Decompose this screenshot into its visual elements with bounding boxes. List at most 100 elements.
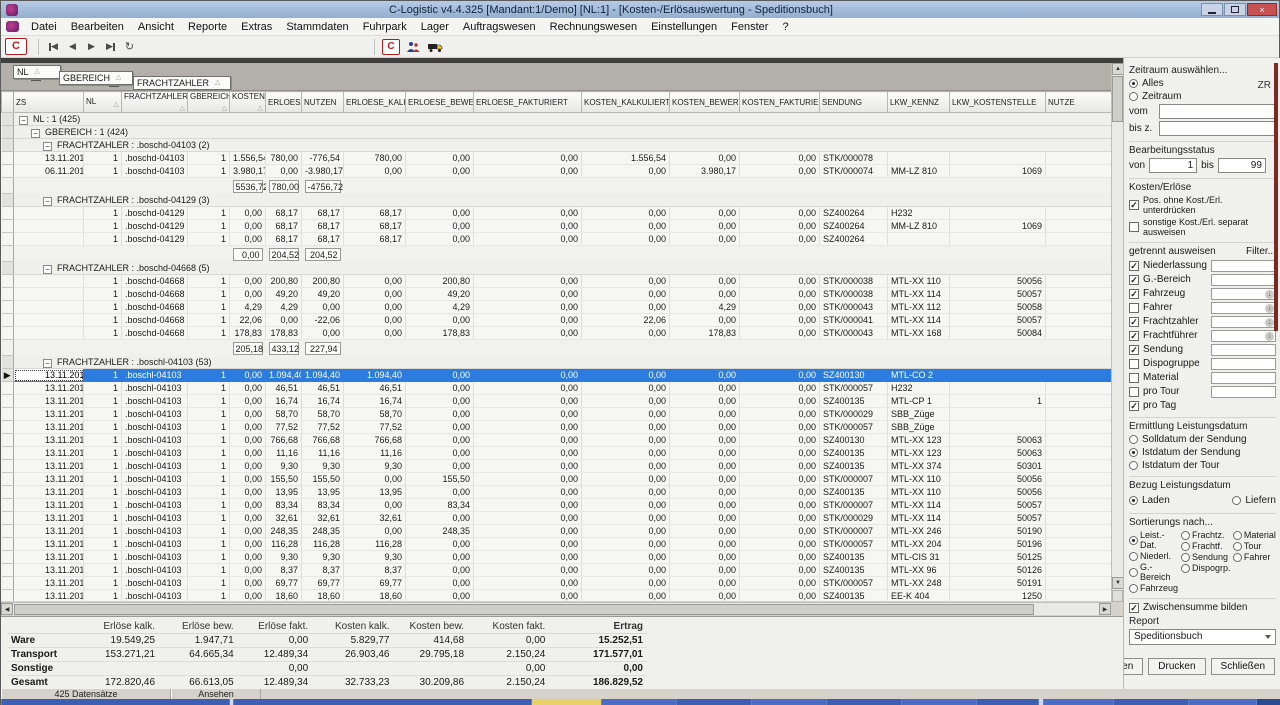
radio-fahrer[interactable] [1233,553,1242,562]
radio-frachtf[interactable] [1181,542,1190,551]
filter-input-dispogruppe[interactable] [1211,358,1277,370]
taskbar-item-13[interactable] [1188,699,1256,705]
filter-input-fahrer[interactable]: ↓ [1211,302,1277,314]
minimize-button[interactable] [1201,3,1223,16]
table-row[interactable]: 13.11.20141.boschd-0410311.556,54780,00-… [2,152,1112,165]
scroll-right-icon[interactable]: ▶ [1099,603,1111,615]
group-row[interactable]: −FRACHTZAHLER : .boschd-04103 (2) [2,139,1112,152]
vom-input[interactable] [1159,104,1276,119]
dropdown-circle-icon[interactable]: ↓ [1265,318,1274,327]
checkbox-g-bereich[interactable]: ✓ [1129,275,1139,285]
radio-istdatum-der-tour[interactable] [1129,461,1138,470]
table-row[interactable]: 13.11.20141.boschl-0410310,0077,5277,527… [2,421,1112,434]
column-header-erloese-bewertet[interactable]: ERLOESE_BEWERTET [406,92,474,113]
status-von-input[interactable]: 1 [1149,158,1197,173]
radio-niederl[interactable] [1129,552,1138,561]
maximize-button[interactable] [1224,3,1246,16]
table-row[interactable]: 1.boschd-0466810,0049,2049,200,0049,200,… [2,288,1112,301]
dropdown-circle-icon[interactable]: ↓ [1265,304,1274,313]
table-row[interactable]: 13.11.20141.boschl-0410310,0069,7769,776… [2,577,1112,590]
menu-item-lager[interactable]: Lager [414,20,456,34]
filter-input-g-bereich[interactable] [1211,274,1277,286]
table-row[interactable]: 1.boschd-04668122,060,00-22,060,000,000,… [2,314,1112,327]
checkbox-fahrer[interactable] [1129,303,1139,313]
groupby-box-gbereich[interactable]: GBEREICH △ [59,71,133,85]
drucken-button[interactable]: Drucken [1148,658,1205,675]
group-row[interactable]: −FRACHTZAHLER : .boschl-04103 (53) [2,356,1112,369]
aktualisieren-button[interactable]: Aktualisieren [1123,658,1143,675]
filter-input-frachtf-hrer[interactable]: ↓ [1211,330,1277,342]
column-header-erloese-g[interactable]: ERLOESE_G [266,92,302,113]
checkbox-frachtf-hrer[interactable]: ✓ [1129,331,1139,341]
nav-prev-button[interactable]: ◀ [63,38,82,55]
table-row[interactable]: 13.11.20141.boschl-0410310,0013,9513,951… [2,486,1112,499]
radio-frachtz[interactable] [1181,531,1190,540]
clogistic-small-icon[interactable]: C [382,39,400,55]
table-row[interactable]: 1.boschd-046681178,83178,830,000,00178,8… [2,327,1112,340]
collapse-icon[interactable]: − [19,116,28,125]
nav-next-button[interactable]: ▶ [82,38,101,55]
users-icon[interactable] [404,39,422,55]
taskbar-item-14[interactable] [1256,699,1280,705]
taskbar-item-9[interactable] [976,699,1038,705]
table-row[interactable]: 13.11.20141.boschl-0410310,00155,50155,5… [2,473,1112,486]
taskbar-item-4[interactable] [601,699,676,705]
filter-input-frachtzahler[interactable]: ↓ [1211,316,1277,328]
group-row[interactable]: −GBEREICH : 1 (424) [2,126,1112,139]
radio-material[interactable] [1233,531,1242,540]
groupby-box-nl[interactable]: NL △ [13,65,61,79]
menu-item-einstellungen[interactable]: Einstellungen [644,20,724,34]
table-row[interactable]: 13.11.20141.boschl-0410310,00766,68766,6… [2,434,1112,447]
collapse-icon[interactable]: − [31,129,40,138]
checkbox-sendung[interactable]: ✓ [1129,345,1139,355]
group-row[interactable]: −FRACHTZAHLER : .boschd-04129 (3) [2,194,1112,207]
menu-item-fenster[interactable]: Fenster [724,20,775,34]
menu-item-x[interactable]: ? [775,20,795,34]
menu-item-rechnungswesen[interactable]: Rechnungswesen [543,20,644,34]
table-row[interactable]: 06.11.20141.boschd-0410313.980,170,00-3.… [2,165,1112,178]
checkbox-pro-tag[interactable]: ✓ [1129,401,1139,411]
horizontal-scroll-thumb[interactable] [14,604,1034,615]
dropdown-circle-icon[interactable]: ↓ [1265,290,1274,299]
radio-laden[interactable] [1129,496,1138,505]
taskbar-item-6[interactable] [751,699,826,705]
checkbox-frachtzahler[interactable]: ✓ [1129,317,1139,327]
checkbox-pro-tour[interactable] [1129,387,1139,397]
truck-icon[interactable] [426,39,444,55]
menu-item-fuhrpark[interactable]: Fuhrpark [356,20,414,34]
collapse-icon[interactable]: − [43,142,52,151]
column-header-zs[interactable]: ZS [14,92,84,113]
table-row[interactable]: 1.boschd-0466810,00200,80200,800,00200,8… [2,275,1112,288]
column-header-kosten[interactable]: KOSTEN_△ [230,92,266,113]
vertical-scroll-thumb[interactable] [1112,76,1123,122]
column-header-erloese-kalkuliert[interactable]: ERLOESE_KALKULIERT [344,92,406,113]
column-header-gbereich[interactable]: GBEREICH△ [188,92,230,113]
radio-dispogrp[interactable] [1181,564,1190,573]
checkbox-sonstige[interactable] [1129,222,1139,232]
table-row[interactable]: 13.11.20141.boschl-0410310,00248,35248,3… [2,525,1112,538]
menu-item-reporte[interactable]: Reporte [181,20,234,34]
filter-input-pro-tour[interactable] [1211,386,1277,398]
table-row[interactable]: 13.11.20141.boschl-0410310,0016,7416,741… [2,395,1112,408]
menu-item-bearbeiten[interactable]: Bearbeiten [64,20,131,34]
table-row[interactable]: 1.boschd-0412910,0068,1768,1768,170,000,… [2,220,1112,233]
table-row[interactable]: 13.11.20141.boschl-0410310,008,378,378,3… [2,564,1112,577]
grid-vertical-scrollbar[interactable]: ▲ ▼ [1111,63,1123,602]
schliessen-button[interactable]: Schließen [1211,658,1275,675]
column-header-nutzen[interactable]: NUTZEN [302,92,344,113]
close-button[interactable]: × [1247,3,1277,16]
table-row[interactable]: 13.11.20141.boschl-0410310,009,309,309,3… [2,551,1112,564]
table-row[interactable]: 13.11.20141.boschl-0410310,0083,3483,340… [2,499,1112,512]
radio-g-bereich[interactable] [1129,568,1138,577]
table-row[interactable]: 13.11.20141.boschl-0410310,0032,6132,613… [2,512,1112,525]
table-row[interactable]: ▶13.11.20141.boschl-0410310,001.094,401.… [2,369,1112,382]
column-header-erloese-fakturiert[interactable]: ERLOESE_FAKTURIERT [474,92,582,113]
grid-horizontal-scrollbar[interactable]: ◀ ▶ [1,602,1111,615]
column-header-lkw-kostenstelle[interactable]: LKW_KOSTENSTELLE [950,92,1046,113]
filter-input-material[interactable] [1211,372,1277,384]
checkbox-material[interactable] [1129,373,1139,383]
table-row[interactable]: 13.11.20141.boschl-0410310,0058,7058,705… [2,408,1112,421]
menu-item-extras[interactable]: Extras [234,20,279,34]
table-row[interactable]: 13.11.20141.boschl-0410310,0011,1611,161… [2,447,1112,460]
table-row[interactable]: 1.boschd-0412910,0068,1768,1768,170,000,… [2,233,1112,246]
